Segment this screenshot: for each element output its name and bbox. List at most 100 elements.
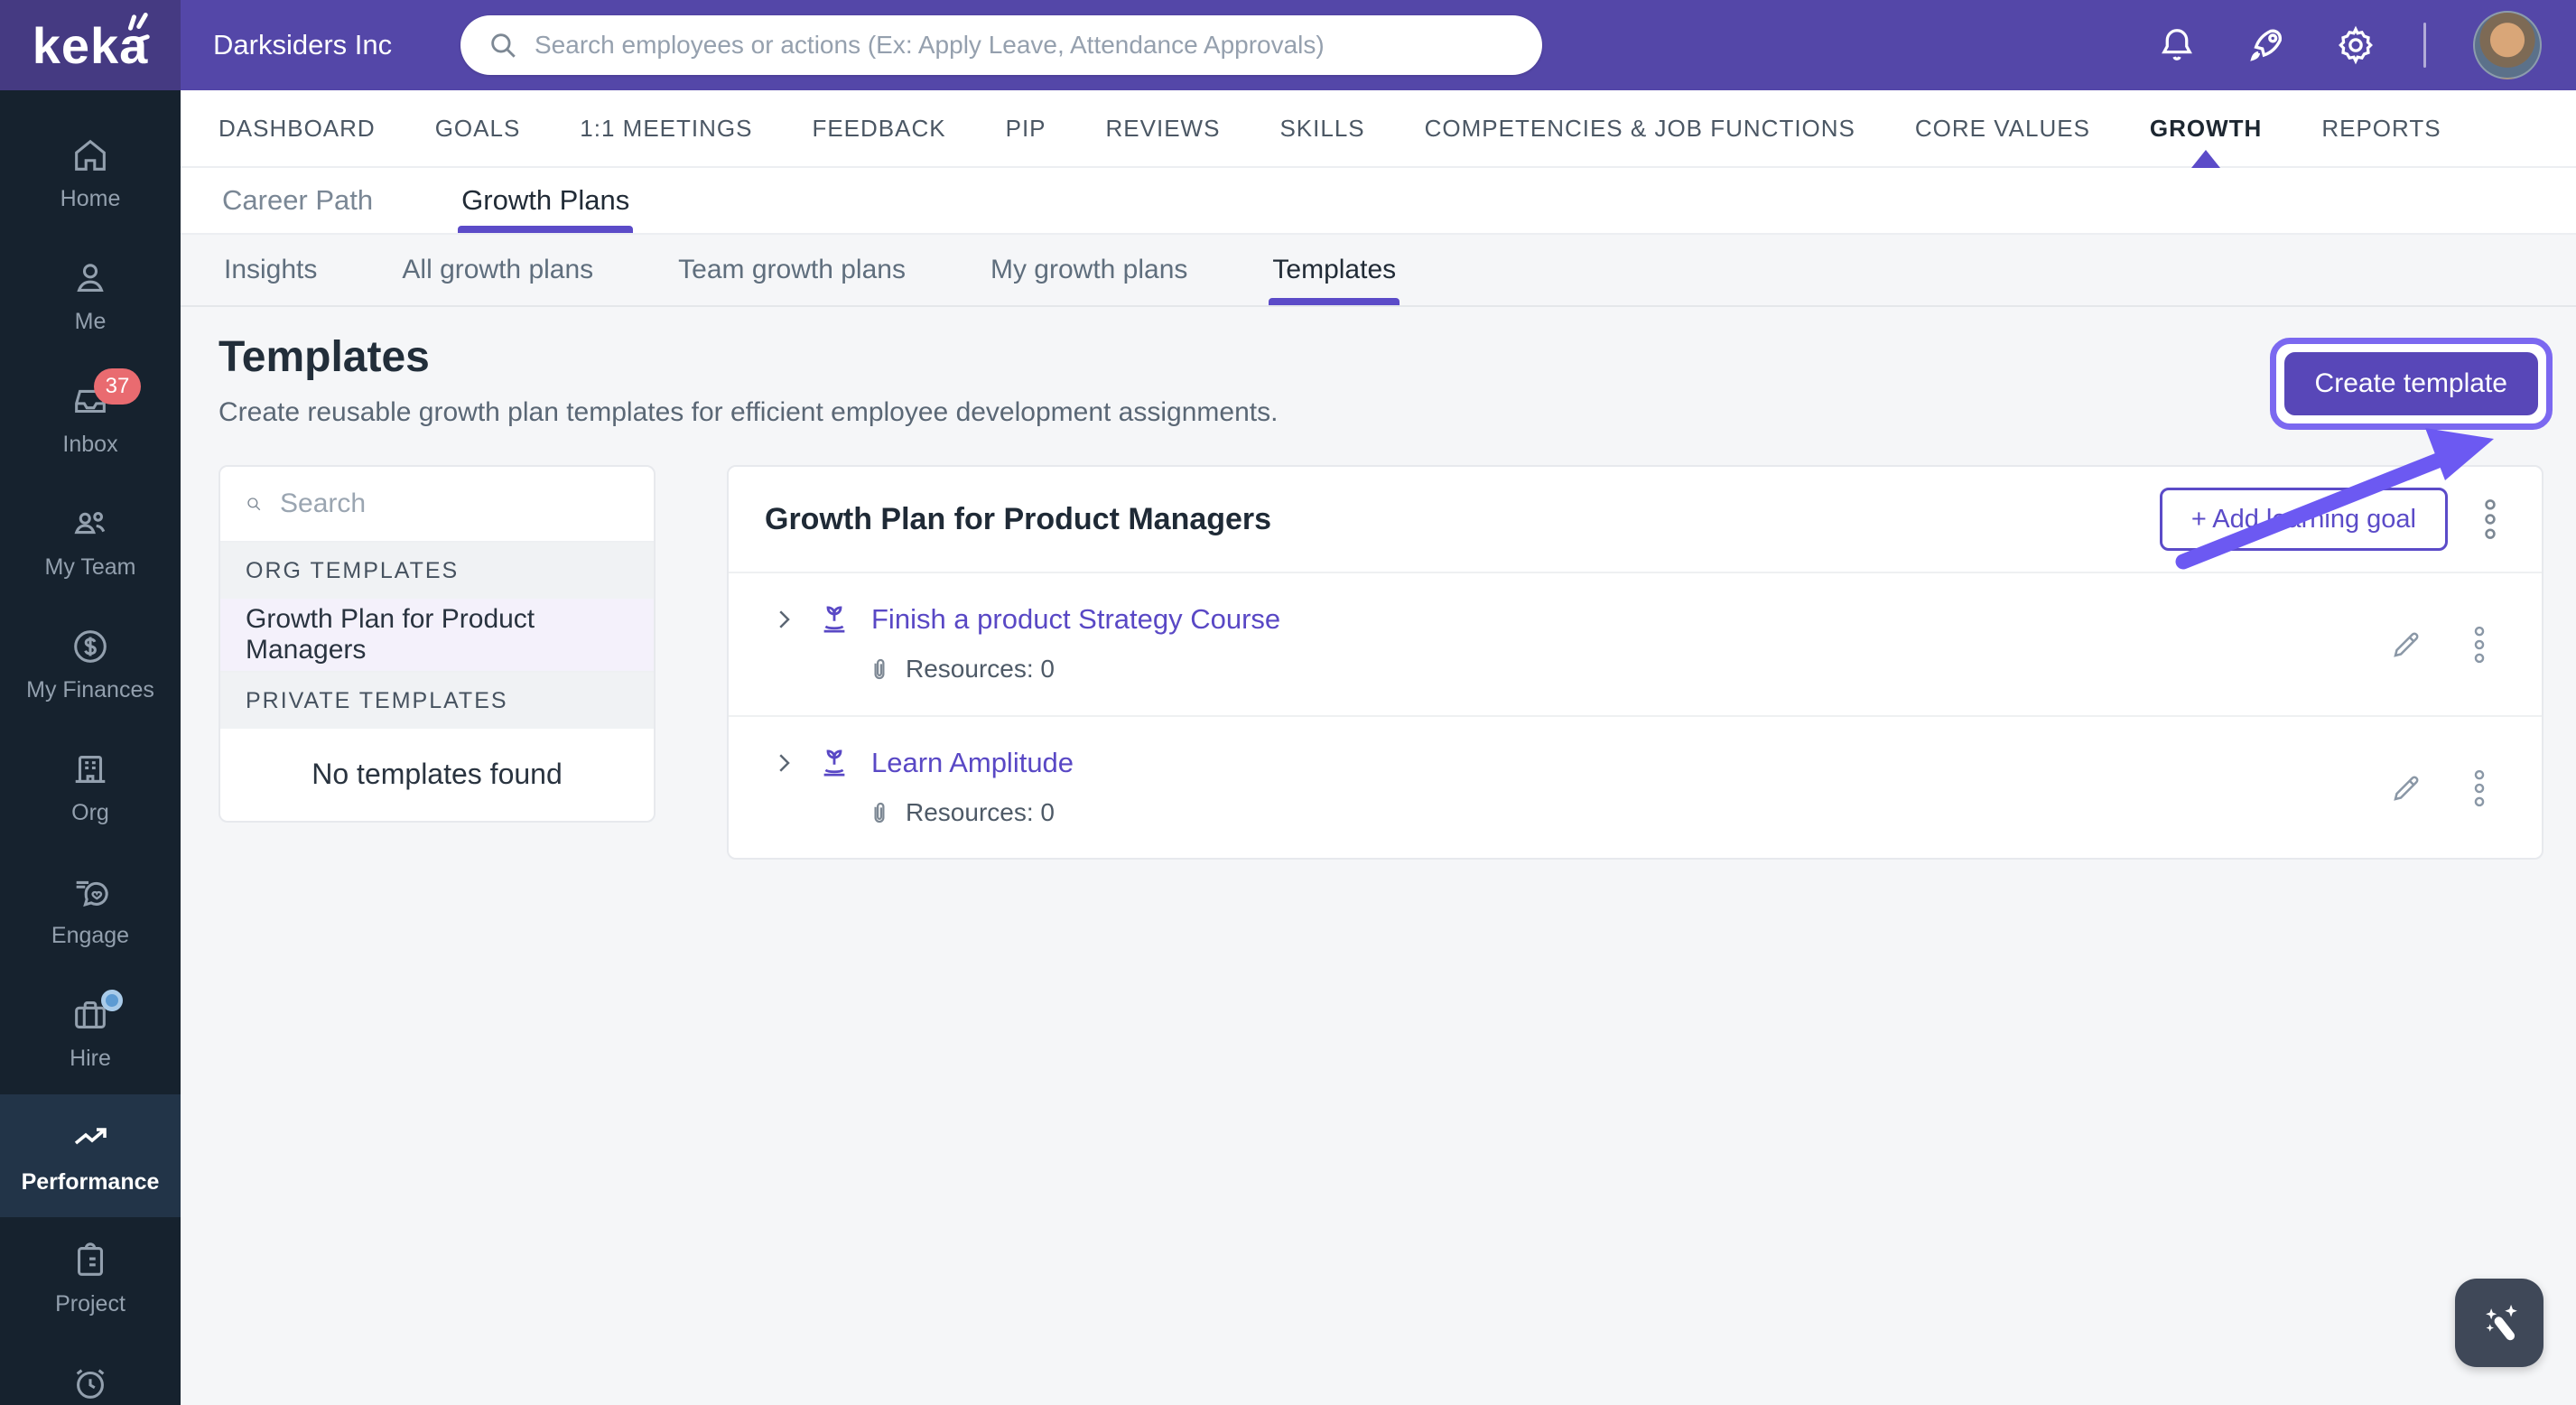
growth-plans-tabs: Insights All growth plans Team growth pl…: [181, 235, 2576, 307]
tab-growth[interactable]: GROWTH: [2150, 90, 2262, 168]
learning-goal-row: Finish a product Strategy Course Resourc…: [729, 573, 2542, 717]
keka-logo[interactable]: keka: [0, 0, 181, 90]
resources-count: Resources: 0: [906, 655, 1055, 683]
global-search[interactable]: [460, 15, 1542, 75]
sidebar-item-label: Home: [60, 186, 121, 211]
create-template-highlight-ring: Create template: [2269, 338, 2553, 430]
active-tab-underline: [1269, 298, 1400, 305]
tab-label: All growth plans: [402, 255, 594, 284]
tab-team-growth-plans[interactable]: Team growth plans: [678, 235, 906, 305]
sidebar-item-performance[interactable]: Performance: [0, 1094, 181, 1217]
template-list-item-selected[interactable]: Growth Plan for Product Managers: [220, 599, 654, 673]
sidebar-item-hire[interactable]: Hire: [0, 972, 181, 1094]
subtab-label: Career Path: [222, 184, 374, 216]
notifications-bell-icon[interactable]: [2156, 24, 2198, 66]
tab-core-values[interactable]: CORE VALUES: [1915, 90, 2090, 166]
tab-templates[interactable]: Templates: [1269, 235, 1400, 305]
growth-subnav: Career Path Growth Plans: [181, 168, 2576, 235]
tab-competencies-job-functions[interactable]: COMPETENCIES & JOB FUNCTIONS: [1425, 90, 1855, 166]
sidebar-item-org[interactable]: Org: [0, 726, 181, 849]
active-subtab-underline: [458, 226, 634, 233]
tab-label: REVIEWS: [1105, 114, 1221, 142]
tab-label: Team growth plans: [678, 255, 906, 284]
page-title: Templates: [219, 333, 430, 381]
resources-count: Resources: 0: [906, 798, 1055, 826]
tab-label: Insights: [224, 255, 318, 284]
inbox-badge: 37: [94, 368, 141, 405]
tab-label: 1:1 MEETINGS: [580, 114, 753, 142]
page-subtitle: Create reusable growth plan templates fo…: [219, 397, 1279, 427]
tab-label: CORE VALUES: [1914, 114, 2090, 142]
tab-label: REPORTS: [2321, 114, 2441, 142]
growth-sprout-icon: [823, 749, 845, 777]
tab-all-growth-plans[interactable]: All growth plans: [402, 235, 593, 305]
sidebar-item-label: Performance: [21, 1169, 160, 1195]
sidebar-item-home[interactable]: Home: [0, 112, 181, 235]
goal-title-link[interactable]: Learn Amplitude: [871, 747, 1074, 779]
tab-my-growth-plans[interactable]: My growth plans: [990, 235, 1187, 305]
sidebar-item-label: Project: [55, 1291, 126, 1317]
growth-sprout-icon: [823, 606, 845, 633]
add-learning-goal-button[interactable]: + Add learning goal: [2159, 488, 2448, 551]
sidebar-item-label: My Finances: [26, 677, 154, 702]
subtab-career-path[interactable]: Career Path: [222, 168, 373, 233]
tab-reviews[interactable]: REVIEWS: [1106, 90, 1221, 166]
sidebar-item-label: Engage: [51, 923, 130, 948]
chat-bubbles-icon: [76, 880, 108, 907]
goal-title-link[interactable]: Finish a product Strategy Course: [871, 603, 1280, 636]
tab-skills[interactable]: SKILLS: [1279, 90, 1364, 166]
templates-search-input[interactable]: [280, 488, 628, 519]
org-templates-header: ORG TEMPLATES: [220, 543, 654, 599]
tab-dashboard[interactable]: DASHBOARD: [219, 90, 376, 166]
tab-feedback[interactable]: FEEDBACK: [812, 90, 945, 166]
tab-label: DASHBOARD: [219, 114, 376, 142]
settings-gear-icon[interactable]: [2335, 24, 2376, 66]
learning-goal-row: Learn Amplitude Resources: 0: [729, 717, 2542, 858]
template-detail-header: Growth Plan for Product Managers + Add l…: [729, 467, 2542, 573]
people-icon: [74, 511, 106, 535]
sidebar-item-engage[interactable]: Engage: [0, 849, 181, 972]
tab-reports[interactable]: REPORTS: [2321, 90, 2441, 166]
tab-insights[interactable]: Insights: [224, 235, 317, 305]
sidebar-item-label: Hire: [70, 1046, 111, 1071]
tab-1-1-meetings[interactable]: 1:1 MEETINGS: [580, 90, 752, 166]
sidebar-item-label: My Team: [44, 554, 136, 580]
edit-pencil-icon[interactable]: [2390, 628, 2423, 661]
edit-pencil-icon[interactable]: [2390, 772, 2423, 805]
subtab-growth-plans[interactable]: Growth Plans: [458, 168, 634, 233]
kebab-icon[interactable]: [2468, 768, 2491, 809]
magic-wand-assistant-button[interactable]: [2455, 1279, 2543, 1367]
tab-label: GOALS: [434, 114, 521, 142]
templates-search[interactable]: [220, 467, 654, 543]
rocket-icon[interactable]: [2245, 23, 2288, 67]
kebab-icon: [2485, 499, 2496, 539]
subtab-label: Growth Plans: [461, 184, 630, 216]
company-name: Darksiders Inc: [213, 29, 393, 60]
magic-wand-icon: [2486, 1304, 2517, 1341]
sidebar-item-my-finances[interactable]: My Finances: [0, 603, 181, 726]
template-kebab-menu[interactable]: [2475, 497, 2506, 542]
sidebar-item-time-attend[interactable]: Time Attend: [0, 1340, 181, 1405]
tab-goals[interactable]: GOALS: [435, 90, 521, 166]
create-template-button[interactable]: Create template: [2283, 352, 2538, 415]
building-icon: [75, 756, 106, 783]
tab-label: FEEDBACK: [812, 114, 946, 142]
sidebar-item-label: Me: [74, 309, 107, 334]
tab-label: Templates: [1272, 255, 1397, 284]
performance-nav-tabs: DASHBOARD GOALS 1:1 MEETINGS FEEDBACK PI…: [181, 90, 2576, 168]
tab-label: PIP: [1005, 114, 1046, 142]
chevron-right-icon[interactable]: [770, 606, 797, 633]
sidebar-item-inbox[interactable]: 37 Inbox: [0, 358, 181, 480]
trending-up-icon: [74, 1128, 107, 1145]
global-search-input[interactable]: [535, 31, 1515, 60]
kebab-icon[interactable]: [2468, 624, 2491, 665]
tab-pip[interactable]: PIP: [1006, 90, 1046, 166]
sidebar-item-my-team[interactable]: My Team: [0, 480, 181, 603]
user-avatar[interactable]: [2473, 11, 2542, 79]
chevron-right-icon[interactable]: [770, 749, 797, 777]
sidebar-item-me[interactable]: Me: [0, 235, 181, 358]
no-templates-message: No templates found: [312, 757, 563, 790]
tab-label: My growth plans: [990, 255, 1188, 284]
topbar-divider: [2423, 23, 2426, 68]
sidebar-item-project[interactable]: Project: [0, 1217, 181, 1340]
